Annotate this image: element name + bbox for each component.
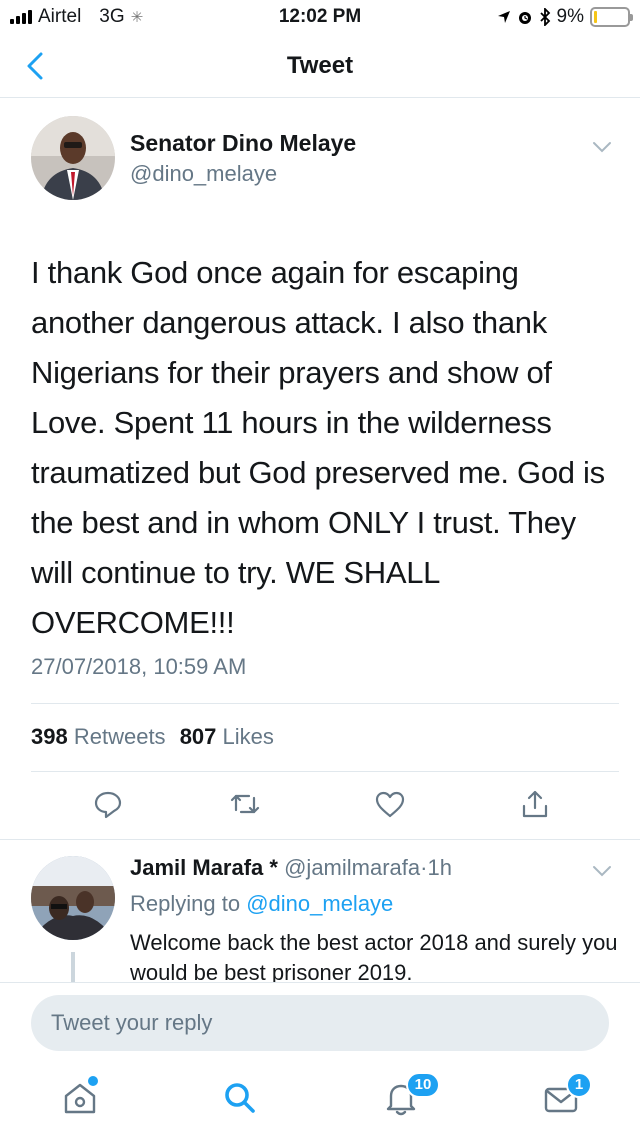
retweet-icon[interactable] [229,788,261,820]
reply-avatar-image [31,856,115,940]
author-avatar-image [31,116,115,200]
reply-options-chevron-icon[interactable] [592,865,612,877]
home-new-dot [88,1076,98,1086]
retweets-stat[interactable]: 398 Retweets [31,724,172,749]
tab-search-icon[interactable] [220,1078,260,1118]
battery-icon [590,7,633,27]
divider [31,703,619,704]
retweets-count: 398 [31,724,68,749]
reply-tweet[interactable]: Jamil Marafa * @jamilmarafa·1h Replying … [0,840,640,982]
messages-badge: 1 [566,1072,592,1098]
bluetooth-icon [539,8,550,26]
tweet-stats: 398 Retweets 807 Likes [31,724,274,750]
nav-header: Tweet [0,36,640,98]
location-icon [497,11,510,23]
notifications-badge: 10 [406,1072,440,1098]
author-avatar[interactable] [31,116,115,200]
tweet-text: I thank God once again for escaping anot… [31,255,605,640]
alarm-icon [518,12,531,24]
share-icon[interactable] [519,788,551,820]
status-right: 9% [497,6,633,28]
tweet-timestamp: 27/07/2018, 10:59 AM [31,654,247,679]
battery-percent: 9% [556,6,584,27]
reply-text: Welcome back the best actor 2018 and sur… [130,930,618,982]
reply-header: Jamil Marafa * @jamilmarafa·1h [130,855,452,881]
like-heart-icon[interactable] [374,788,406,820]
replying-mention-link[interactable]: @dino_melaye [246,891,393,916]
thread-line [71,952,75,982]
reply-composer [0,982,640,1060]
replying-to: Replying to @dino_melaye [130,891,393,917]
reply-author-name[interactable]: Jamil Marafa * [130,855,278,880]
author-handle[interactable]: @dino_melaye [130,161,277,187]
page-title: Tweet [286,52,354,79]
status-bar: Airtel 3G ✳ 12:02 PM 9% [0,0,640,36]
author-name[interactable]: Senator Dino Melaye [130,130,356,157]
likes-count: 807 [179,724,217,749]
reply-icon[interactable] [92,788,124,820]
retweets-label: Retweets [73,724,166,749]
tab-bar: 10 1 [0,1060,640,1138]
likes-label: Likes [222,724,274,749]
reply-author-handle[interactable]: @jamilmarafa [284,855,420,880]
replying-prefix: Replying to [130,891,241,916]
reply-time: 1h [427,855,452,880]
tweet-options-chevron-icon[interactable] [592,141,612,153]
reply-author-avatar[interactable] [31,856,115,940]
divider [31,771,619,772]
tweet-actions [0,788,640,824]
reply-input[interactable] [31,995,609,1051]
likes-stat[interactable]: 807 Likes [180,724,274,749]
